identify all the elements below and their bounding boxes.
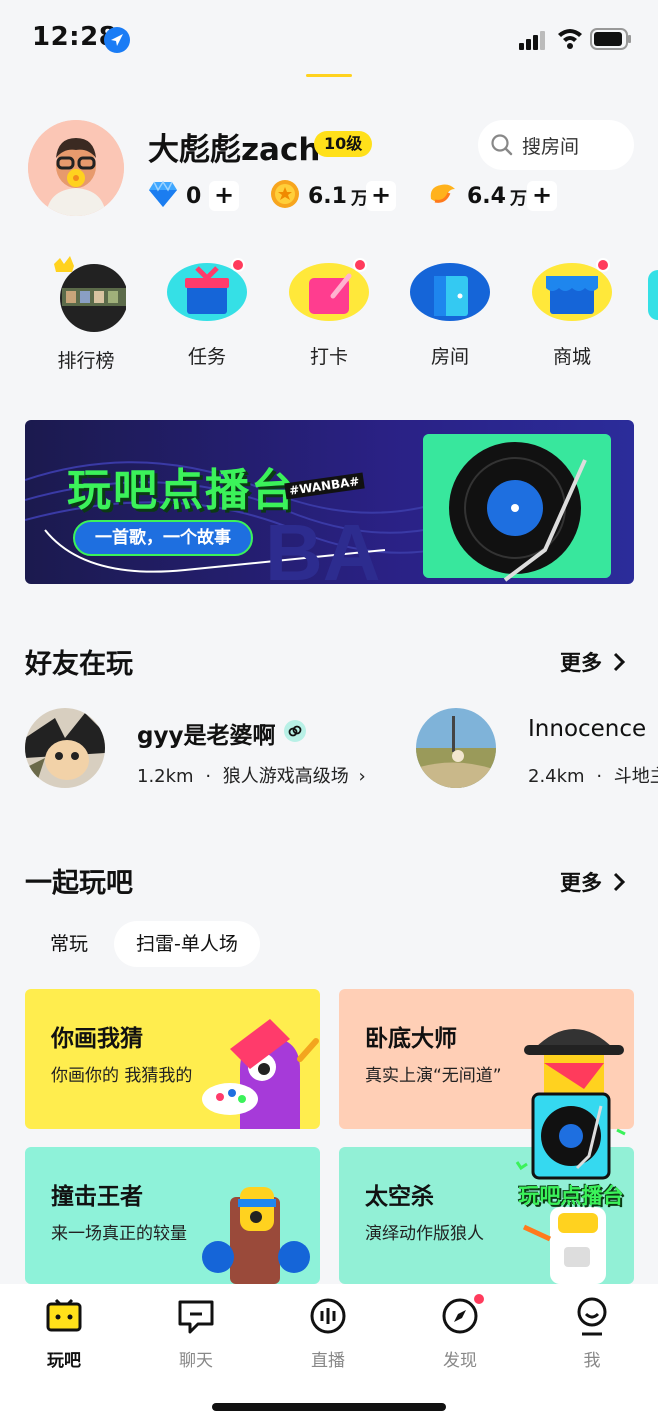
notification-dot [596, 258, 610, 272]
friend-name: Innocence [528, 716, 647, 742]
game-title: 撞击王者 [51, 1184, 143, 1210]
page-indicator [306, 74, 352, 77]
tab-bar-label: 我 [583, 1351, 601, 1371]
friends-section-title: 好友在玩 [25, 649, 133, 680]
friend-status[interactable]: 2.4km · 斗地主 [528, 762, 658, 788]
friend-distance: 2.4km [528, 766, 585, 787]
coin-icon [270, 179, 300, 213]
chevron-right-icon [613, 872, 626, 892]
tab-bar-wanba[interactable]: 玩吧 [19, 1296, 109, 1371]
friend-avatar[interactable] [25, 708, 105, 788]
tab-bar-me[interactable]: 我 [547, 1296, 637, 1371]
svg-text:BA: BA [265, 508, 381, 584]
shop-icon [532, 258, 612, 322]
banner-title: 玩吧点播台 [67, 465, 297, 516]
live-stream-icon [308, 1296, 348, 1336]
coin-balance: 6.1 万 [270, 180, 368, 212]
add-coins-button[interactable]: + [366, 181, 396, 211]
diamond-count: 0 [186, 183, 202, 209]
checkin-icon [289, 258, 369, 322]
home-indicator [212, 1403, 446, 1411]
notification-dot [472, 1292, 486, 1306]
coin-value: 6.1 [308, 183, 347, 209]
more-label: 更多 [560, 651, 602, 675]
tab-bar-live[interactable]: 直播 [283, 1296, 373, 1371]
quick-nav-label: 房间 [430, 346, 469, 368]
location-arrow-icon [104, 27, 130, 53]
notification-dot [353, 258, 367, 272]
tab-bar-label: 玩吧 [47, 1351, 81, 1371]
search-rooms-button[interactable]: 搜房间 [478, 120, 634, 170]
avatar[interactable] [28, 120, 124, 216]
tab-bar-label: 发现 [443, 1351, 477, 1371]
tab-bar-chat[interactable]: 聊天 [151, 1296, 241, 1371]
search-icon [490, 133, 514, 157]
game-subtitle: 真实上演“无间道” [365, 1066, 502, 1086]
quick-nav-rooms[interactable]: 房间 [400, 262, 500, 369]
cellular-signal-icon [519, 30, 547, 50]
bean-icon [427, 179, 459, 213]
level-badge: 10级 [314, 131, 373, 157]
tab-bar-discover[interactable]: 发现 [415, 1292, 505, 1371]
quick-nav-tasks[interactable]: 任务 [157, 258, 257, 369]
friend-activity: 狼人游戏高级场 [222, 766, 349, 787]
quick-nav-shop[interactable]: 商城 [522, 258, 622, 369]
chevron-right-icon: › [358, 766, 366, 787]
friend-avatar[interactable] [416, 708, 496, 788]
quick-nav-label: 打卡 [309, 346, 348, 368]
gamepad-icon [44, 1296, 84, 1336]
quick-nav-label: 商城 [552, 346, 591, 368]
wifi-icon [556, 26, 584, 50]
bean-unit: 万 [509, 188, 527, 209]
quick-nav-label: 任务 [187, 346, 226, 368]
quick-nav-label: 排行榜 [57, 350, 115, 372]
bean-balance: 6.4 万 [427, 180, 527, 212]
game-card-draw-guess[interactable]: 你画我猜 你画你的 我猜我的 [25, 989, 320, 1129]
friends-more-link[interactable]: 更多 [560, 647, 628, 677]
compass-icon [440, 1292, 486, 1336]
game-subtitle: 来一场真正的较量 [51, 1224, 187, 1244]
tab-bar-label: 直播 [311, 1351, 345, 1371]
game-title: 卧底大师 [365, 1026, 457, 1052]
game-subtitle: 你画你的 我猜我的 [51, 1066, 193, 1086]
game-title: 太空杀 [365, 1184, 434, 1210]
quick-nav-overflow-hint [648, 270, 658, 320]
friend-status[interactable]: 1.2km · 狼人游戏高级场 › [137, 762, 366, 788]
turntable-icon [515, 1092, 626, 1180]
play-more-link[interactable]: 更多 [560, 867, 628, 897]
battery-icon [590, 28, 632, 50]
diamond-balance: 0 [148, 180, 201, 212]
gender-badge-icon [284, 720, 306, 742]
room-door-icon [410, 262, 490, 322]
game-subtitle: 演绎动作版狼人 [365, 1224, 484, 1244]
notification-dot [231, 258, 245, 272]
username: 大彪彪zach [148, 132, 321, 168]
quick-nav-checkin[interactable]: 打卡 [279, 258, 379, 369]
profile-face-icon [572, 1296, 612, 1336]
banner-slogan: 一首歌，一个故事 [73, 520, 253, 556]
play-section-title: 一起玩吧 [25, 868, 133, 899]
game-title: 你画我猜 [51, 1026, 143, 1052]
gift-icon [167, 258, 247, 322]
tab-bar-label: 聊天 [179, 1351, 213, 1371]
search-label: 搜房间 [522, 136, 580, 158]
floating-label: 玩吧点播台 [518, 1184, 624, 1208]
tab-minesweeper[interactable]: 扫雷-单人场 [114, 921, 260, 967]
quick-nav-leaderboard[interactable]: 排行榜 [36, 256, 136, 373]
friend-distance: 1.2km [137, 766, 194, 787]
leaderboard-icon [46, 256, 126, 332]
add-beans-button[interactable]: + [527, 181, 557, 211]
friend-name: gyy是老婆啊 [137, 723, 276, 749]
game-card-clash-king[interactable]: 撞击王者 来一场真正的较量 [25, 1147, 320, 1284]
friend-activity: 斗地主 [613, 766, 658, 787]
banner-wanba-radio[interactable]: BA 玩吧点播台 #WANBA# 一首歌，一个故事 [25, 420, 634, 584]
diamond-icon [148, 180, 178, 212]
floating-radio-widget[interactable]: 玩吧点播台 [505, 1090, 637, 1216]
more-label: 更多 [560, 871, 602, 895]
add-diamonds-button[interactable]: + [209, 181, 239, 211]
tab-frequent[interactable]: 常玩 [28, 921, 110, 967]
bean-value: 6.4 [467, 183, 506, 209]
chat-bubble-icon [176, 1296, 216, 1336]
chevron-right-icon [613, 652, 626, 672]
